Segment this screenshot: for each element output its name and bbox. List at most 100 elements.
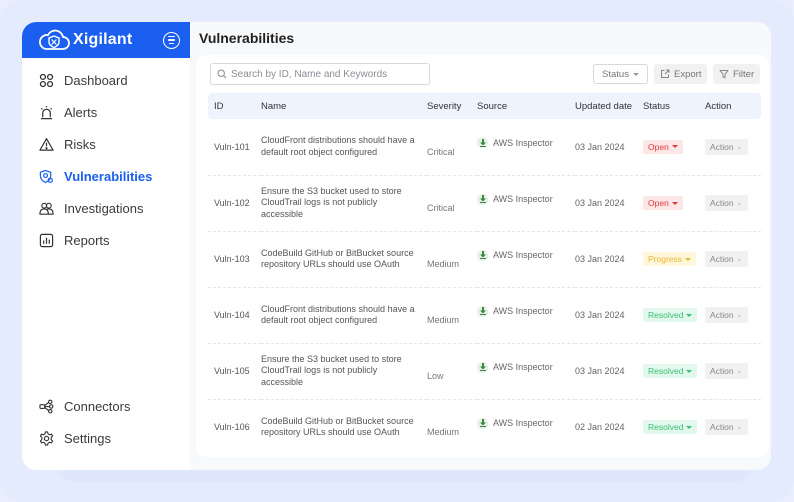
table-row[interactable]: Vuln-102 Ensure the S3 bucket used to st… <box>208 175 761 232</box>
vuln-name[interactable]: CloudFront distributions should have a d… <box>261 119 427 176</box>
caret-down-icon <box>671 145 678 149</box>
table-row[interactable]: Vuln-101 CloudFront distributions should… <box>208 119 761 176</box>
export-label: Export <box>674 68 702 80</box>
table-header-row: ID Name Severity Source Updated date Sta… <box>208 93 761 119</box>
action-label: Action <box>710 422 734 433</box>
menu-toggle-icon[interactable] <box>163 31 180 49</box>
action-label: Action <box>710 310 734 320</box>
chevron-down-icon: ⌄ <box>736 368 743 375</box>
status-badge[interactable]: Progress <box>643 252 697 266</box>
column-header-source[interactable]: Source <box>477 93 575 119</box>
search-field[interactable] <box>210 63 430 85</box>
aws-inspector-icon <box>477 361 488 373</box>
chevron-down-icon: ⌄ <box>736 312 743 319</box>
chevron-down-icon: ⌄ <box>736 200 743 207</box>
search-input[interactable] <box>231 68 421 80</box>
sidebar-item-risks[interactable]: Risks <box>22 128 190 160</box>
table-row[interactable]: Vuln-104 CloudFront distributions should… <box>208 287 761 344</box>
gear-icon <box>39 430 54 446</box>
column-header-action[interactable]: Action <box>705 93 761 119</box>
column-header-updated-date[interactable]: Updated date <box>575 93 643 119</box>
column-header-severity[interactable]: Severity <box>427 93 477 119</box>
action-dropdown[interactable]: Action ⌄ <box>705 307 748 323</box>
vuln-name[interactable]: Ensure the S3 bucket used to store Cloud… <box>261 175 427 232</box>
status-label: Resolved <box>648 310 684 320</box>
vuln-name[interactable]: Ensure the S3 bucket used to store Cloud… <box>261 343 427 400</box>
vuln-source: AWS Inspector <box>493 250 553 260</box>
action-dropdown[interactable]: Action ⌄ <box>705 138 748 155</box>
sidebar-item-alerts[interactable]: Alerts <box>22 96 190 128</box>
status-badge[interactable]: Resolved <box>643 364 698 378</box>
export-icon <box>661 69 670 78</box>
vuln-source-cell: AWS Inspector <box>477 231 575 288</box>
table-body: Vuln-101 CloudFront distributions should… <box>208 119 761 455</box>
vuln-id: Vuln-105 <box>208 343 261 400</box>
column-header-id[interactable]: ID <box>208 93 261 119</box>
table-row[interactable]: Vuln-105 Ensure the S3 bucket used to st… <box>208 343 761 400</box>
column-header-name[interactable]: Name <box>261 93 427 119</box>
vuln-source: AWS Inspector <box>493 362 553 372</box>
vuln-status-cell: Resolved <box>643 287 705 344</box>
vuln-source-cell: AWS Inspector <box>477 343 575 400</box>
sidebar-item-vulnerabilities[interactable]: Vulnerabilities <box>22 160 190 192</box>
dashboard-grid-icon <box>39 73 54 87</box>
chevron-down-icon: ⌄ <box>736 424 743 432</box>
vuln-status-cell: Resolved <box>643 399 705 455</box>
status-dropdown[interactable]: Status <box>593 64 648 84</box>
logo[interactable]: Xigilant <box>38 29 132 51</box>
sidebar-nav: Dashboard Alerts Risks Vulnerabilities I… <box>22 58 190 256</box>
caret-down-icon <box>686 425 693 429</box>
vuln-source-cell: AWS Inspector <box>477 399 575 455</box>
vuln-source: AWS Inspector <box>493 137 553 148</box>
vuln-severity: Medium <box>427 231 477 288</box>
vulnerabilities-table: ID Name Severity Source Updated date Sta… <box>208 93 761 455</box>
action-dropdown[interactable]: Action ⌄ <box>705 419 748 436</box>
sidebar-item-investigations[interactable]: Investigations <box>22 192 190 224</box>
vuln-source: AWS Inspector <box>493 418 553 429</box>
filter-button[interactable]: Filter <box>713 64 761 84</box>
sidebar-item-label: Dashboard <box>64 72 128 88</box>
vuln-name[interactable]: CloudFront distributions should have a d… <box>261 287 427 344</box>
sidebar-item-label: Investigations <box>64 200 144 216</box>
vuln-status-cell: Resolved <box>643 343 705 400</box>
action-dropdown[interactable]: Action ⌄ <box>705 195 748 211</box>
sidebar-item-reports[interactable]: Reports <box>22 224 190 256</box>
brand-name: Xigilant <box>73 31 133 48</box>
sidebar-item-label: Alerts <box>64 104 98 120</box>
users-icon <box>39 202 54 215</box>
column-header-status[interactable]: Status <box>643 93 705 119</box>
action-dropdown[interactable]: Action ⌄ <box>705 363 748 379</box>
filter-label: Filter <box>733 68 755 80</box>
warning-triangle-icon <box>39 137 54 151</box>
table-row[interactable]: Vuln-106 CodeBuild GitHub or BitBucket s… <box>208 399 761 455</box>
vuln-status-cell: Progress <box>643 231 705 288</box>
export-button[interactable]: Export <box>654 64 708 84</box>
sidebar-item-connectors[interactable]: Connectors <box>22 390 190 422</box>
vuln-status-cell: Open <box>643 119 705 176</box>
status-badge[interactable]: Open <box>643 196 683 210</box>
action-dropdown[interactable]: Action ⌄ <box>705 251 748 267</box>
status-dropdown-label: Status <box>602 68 629 80</box>
vuln-name[interactable]: CodeBuild GitHub or BitBucket source rep… <box>261 399 427 455</box>
table-row[interactable]: Vuln-103 CodeBuild GitHub or BitBucket s… <box>208 231 761 288</box>
vuln-updated-date: 03 Jan 2024 <box>575 343 643 400</box>
page-title: Vulnerabilities <box>199 30 295 46</box>
sidebar: Xigilant Dashboard Alerts Risks Vulnerab… <box>22 22 190 470</box>
status-label: Open <box>648 141 669 152</box>
action-label: Action <box>710 198 734 208</box>
vuln-status-cell: Open <box>643 175 705 232</box>
connectors-icon <box>39 399 54 413</box>
status-badge[interactable]: Resolved <box>643 308 698 322</box>
status-badge[interactable]: Resolved <box>643 420 698 435</box>
vuln-name[interactable]: CodeBuild GitHub or BitBucket source rep… <box>261 231 427 288</box>
action-label: Action <box>710 254 734 264</box>
sidebar-item-dashboard[interactable]: Dashboard <box>22 64 190 96</box>
vuln-source-cell: AWS Inspector <box>477 175 575 232</box>
sidebar-item-settings[interactable]: Settings <box>22 422 190 454</box>
vuln-source-cell: AWS Inspector <box>477 119 575 176</box>
aws-inspector-icon <box>477 249 488 261</box>
vuln-id: Vuln-102 <box>208 175 261 232</box>
status-badge[interactable]: Open <box>643 139 683 154</box>
chevron-down-icon: ⌄ <box>736 143 743 151</box>
vuln-source: AWS Inspector <box>493 194 553 204</box>
